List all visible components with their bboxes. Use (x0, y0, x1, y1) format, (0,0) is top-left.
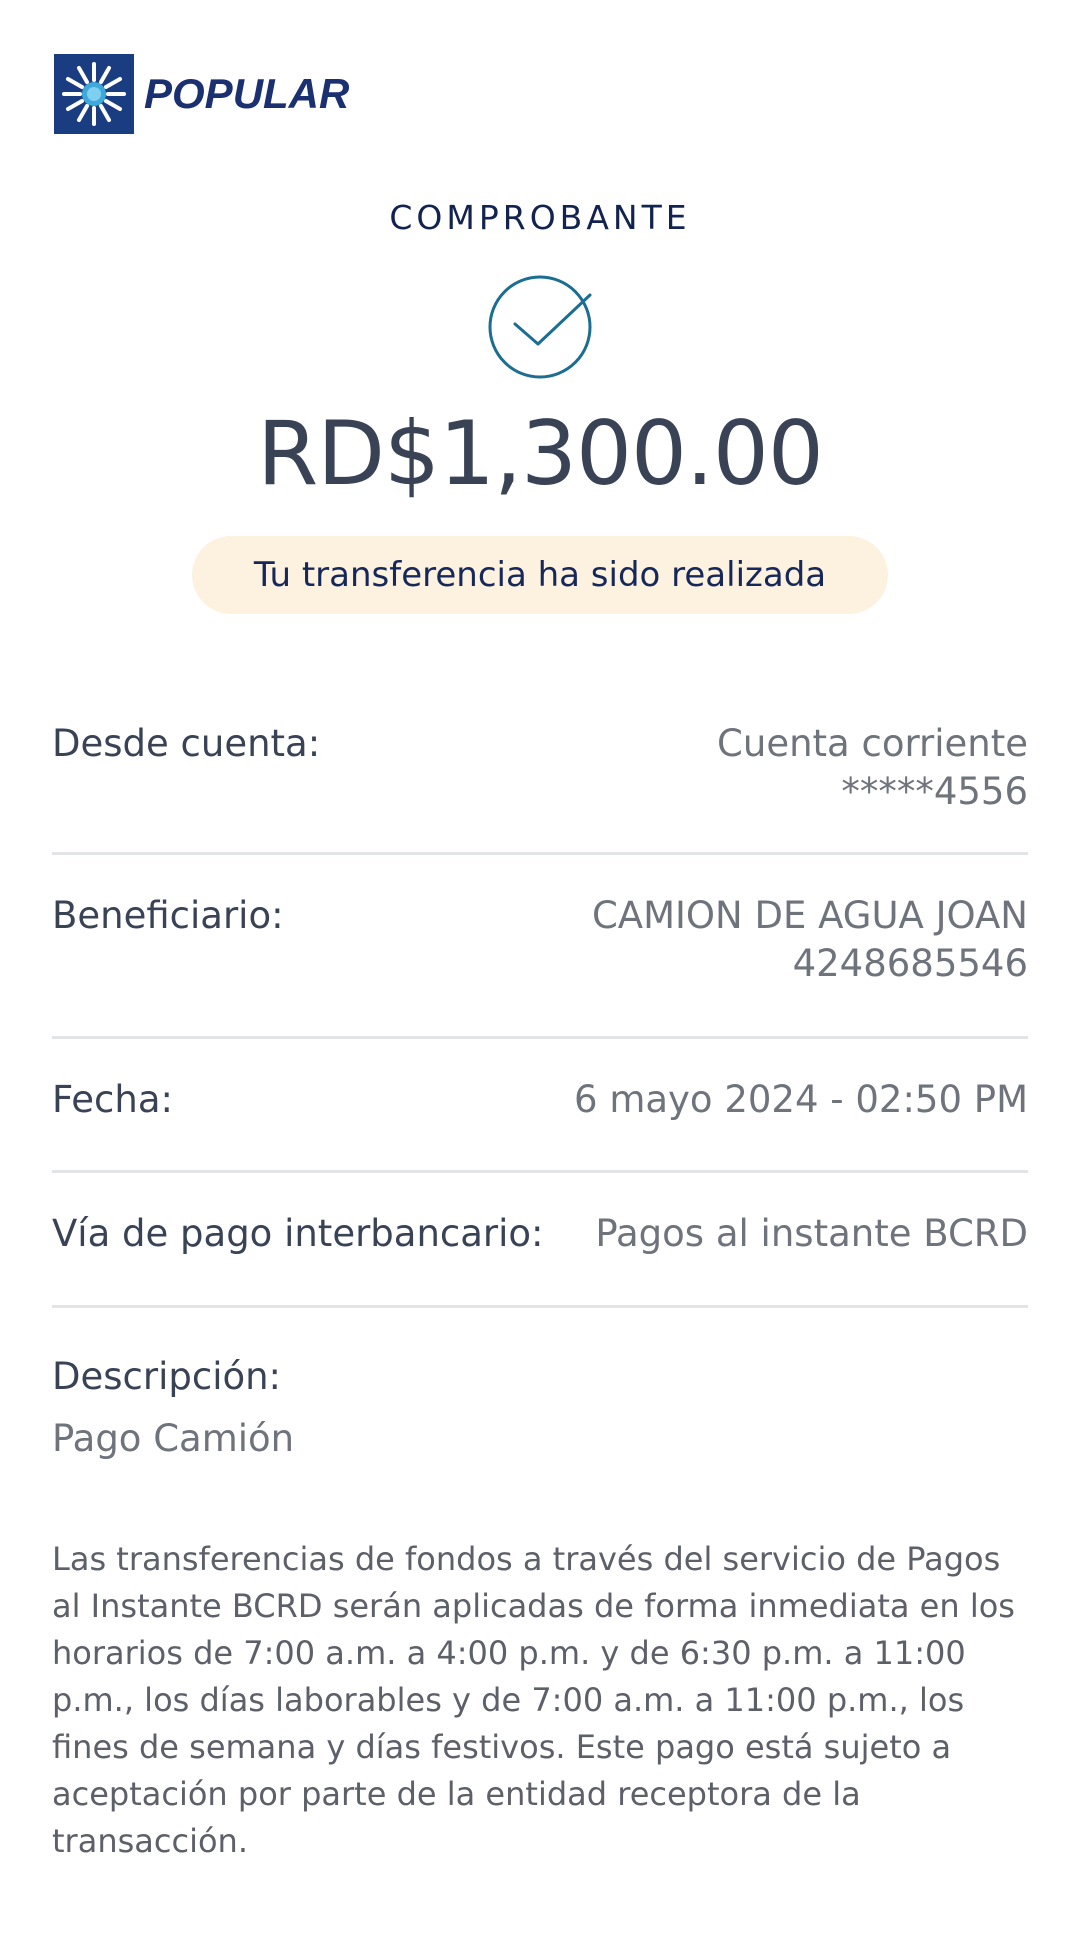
bank-logo: POPULAR (54, 54, 349, 134)
receipt-page: POPULAR COMPROBANTE RD$1,300.00 Tu trans… (0, 0, 1080, 1944)
check-circle-icon (486, 273, 594, 381)
detail-value: Cuenta corriente *****4556 (717, 720, 1028, 816)
transfer-details: Desde cuenta: Cuenta corriente *****4556… (52, 700, 1028, 1308)
account-number: *****4556 (841, 770, 1028, 813)
status-message: Tu transferencia ha sido realizada (253, 555, 827, 595)
logo-text: POPULAR (144, 70, 350, 117)
beneficiary-account: 4248685546 (792, 942, 1028, 985)
detail-label: Desde cuenta: (52, 722, 321, 765)
detail-label: Vía de pago interbancario: (52, 1212, 544, 1255)
detail-row-desde-cuenta: Desde cuenta: Cuenta corriente *****4556 (52, 700, 1028, 855)
detail-label: Fecha: (52, 1078, 173, 1121)
detail-value: CAMION DE AGUA JOAN 4248685546 (592, 892, 1028, 988)
account-type: Cuenta corriente (717, 722, 1028, 765)
popular-logo-icon (54, 54, 134, 134)
detail-row-via-pago: Vía de pago interbancario: Pagos al inst… (52, 1173, 1028, 1308)
detail-label: Beneficiario: (52, 894, 284, 937)
status-badge: Tu transferencia ha sido realizada (192, 536, 888, 614)
detail-value: 6 mayo 2024 - 02:50 PM (574, 1078, 1028, 1121)
detail-row-beneficiario: Beneficiario: CAMION DE AGUA JOAN 424868… (52, 855, 1028, 1039)
detail-value: Pago Camión (52, 1417, 295, 1460)
detail-row-fecha: Fecha: 6 mayo 2024 - 02:50 PM (52, 1039, 1028, 1173)
beneficiary-name: CAMION DE AGUA JOAN (591, 894, 1028, 937)
transfer-amount: RD$1,300.00 (257, 402, 824, 505)
detail-descripcion: Descripción: Pago Camión (52, 1352, 1028, 1464)
disclaimer-text: Las transferencias de fondos a través de… (52, 1540, 1015, 1860)
page-title: COMPROBANTE (389, 198, 691, 237)
detail-value: Pagos al instante BCRD (595, 1212, 1028, 1255)
detail-label: Descripción: (52, 1355, 282, 1398)
